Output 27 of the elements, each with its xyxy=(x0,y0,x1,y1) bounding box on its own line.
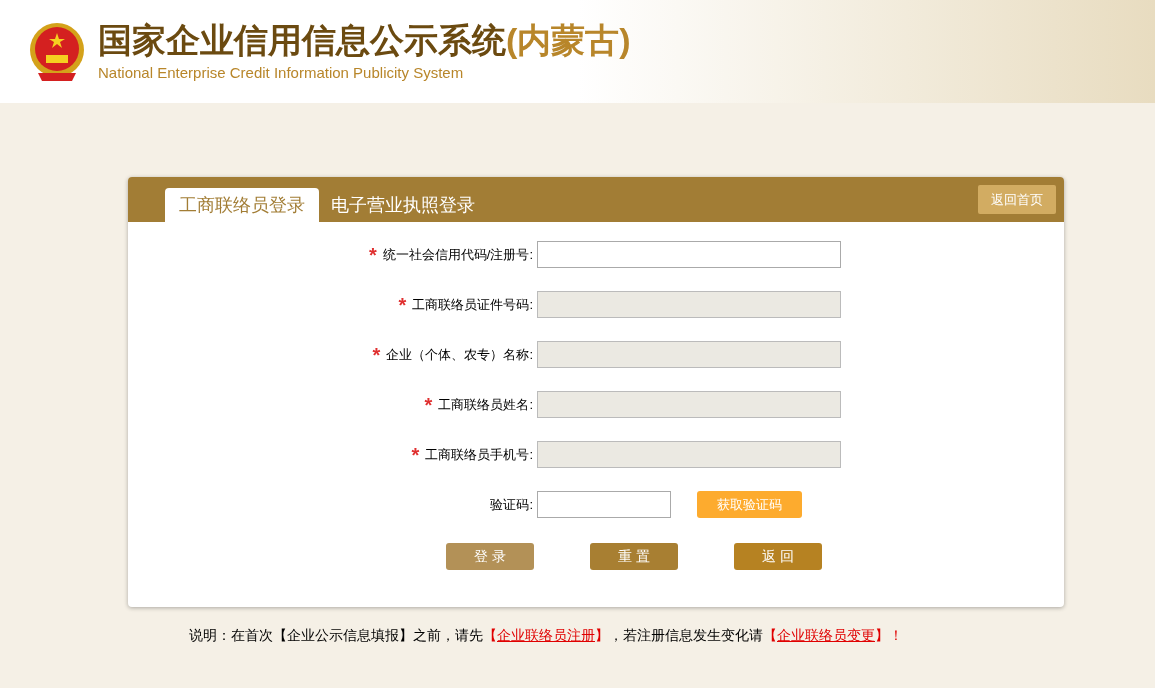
field-label: 企业（个体、农专）名称: xyxy=(386,345,533,364)
required-asterisk: * xyxy=(424,394,433,415)
captcha-label: 验证码: xyxy=(489,495,534,514)
home-button[interactable]: 返回首页 xyxy=(978,185,1056,214)
input-field[interactable] xyxy=(537,241,841,268)
required-asterisk: * xyxy=(372,344,381,365)
tab[interactable]: 电子营业执照登录 xyxy=(329,188,477,222)
site-title: 国家企业信用信息公示系统 xyxy=(98,20,506,61)
required-asterisk: * xyxy=(368,244,377,265)
note-text: 说明：在首次【企业公示信息填报】之前，请先【企业联络员注册】，若注册信息发生变化请【企业联络员变更】！ xyxy=(189,626,904,645)
required-asterisk: * xyxy=(398,294,407,315)
back-button[interactable]: 返 回 xyxy=(734,543,822,570)
tab[interactable]: 工商联络员登录 xyxy=(165,188,319,222)
register-link[interactable]: 企业联络员注册 xyxy=(497,627,595,643)
site-subtitle: National Enterprise Credit Information Publicity System xyxy=(98,62,465,83)
captcha-field[interactable] xyxy=(537,491,671,518)
get-code-button[interactable]: 获取验证码 xyxy=(697,491,802,518)
register-link[interactable]: 企业联络员变更 xyxy=(777,627,875,643)
login-button[interactable]: 登 录 xyxy=(446,543,534,570)
field-label: 工商联络员手机号: xyxy=(425,445,533,464)
emblem-icon xyxy=(28,20,86,83)
reset-button[interactable]: 重 置 xyxy=(590,543,678,570)
field-label: 统一社会信用代码/注册号: xyxy=(382,245,533,264)
region-title: (内蒙古) xyxy=(506,20,631,61)
required-asterisk: * xyxy=(411,444,420,465)
field-label: 工商联络员姓名: xyxy=(438,395,533,414)
field-label: 工商联络员证件号码: xyxy=(412,295,533,314)
